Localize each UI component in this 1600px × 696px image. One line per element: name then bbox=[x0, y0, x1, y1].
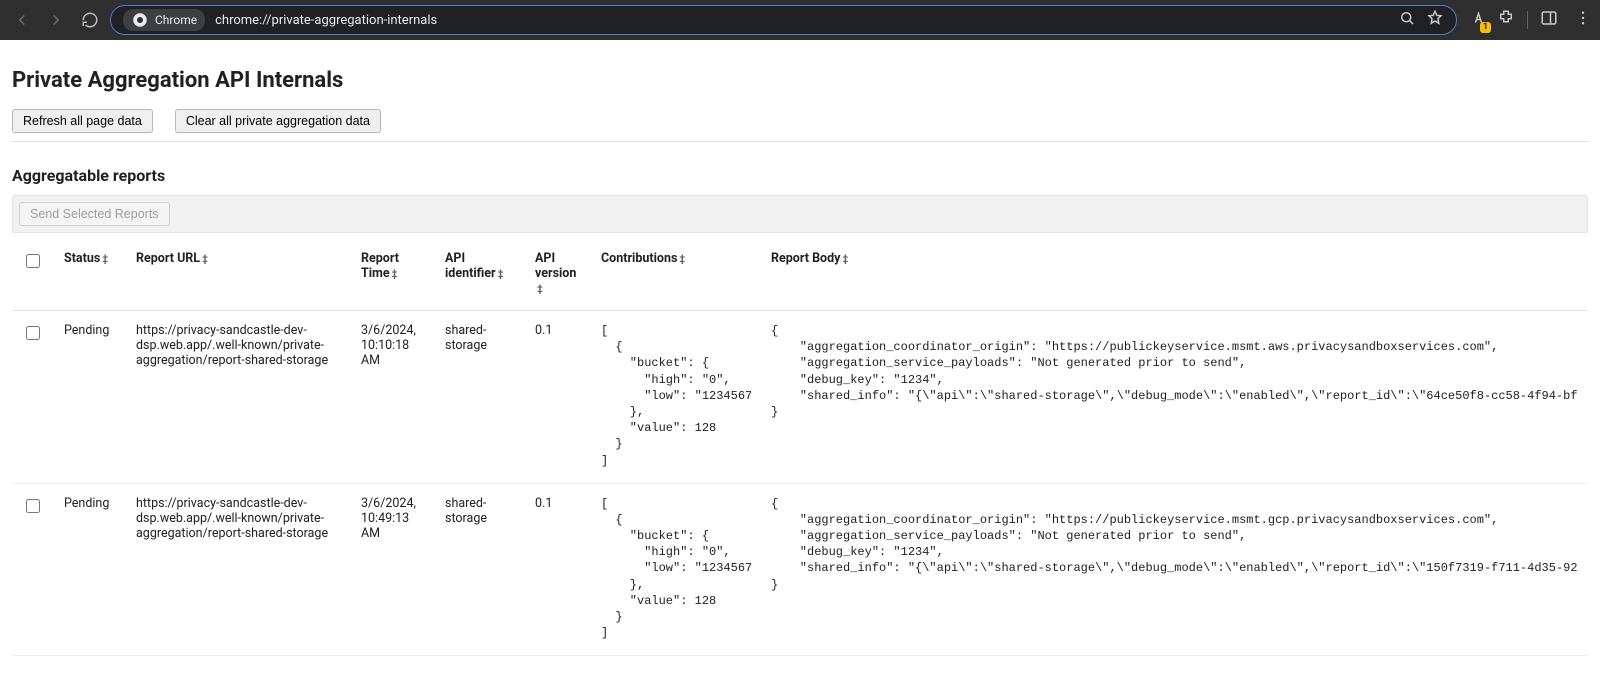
cell-ver: 0.1 bbox=[525, 483, 591, 656]
cell-url: https://privacy-sandcastle-dev-dsp.web.a… bbox=[126, 483, 351, 656]
cell-api: shared-storage bbox=[435, 311, 525, 484]
cell-contrib: [ { "bucket": { "high": "0", "low": "123… bbox=[591, 311, 761, 484]
omnibox-url: chrome://private-aggregation-internals bbox=[215, 13, 437, 28]
row-checkbox[interactable] bbox=[26, 499, 40, 513]
table-header-row: Status‡ Report URL‡ Report Time‡ API ide… bbox=[12, 239, 1588, 311]
col-url[interactable]: Report URL‡ bbox=[126, 239, 351, 311]
omnibox[interactable]: Chrome chrome://private-aggregation-inte… bbox=[110, 5, 1457, 35]
col-api[interactable]: API identifier‡ bbox=[435, 239, 525, 311]
section-title: Aggregatable reports bbox=[12, 166, 1588, 185]
toolbar-right: 1 bbox=[1471, 9, 1592, 31]
side-panel-icon[interactable] bbox=[1540, 9, 1558, 31]
cell-body: { "aggregation_coordinator_origin": "htt… bbox=[761, 483, 1588, 656]
toolbar-separator bbox=[1527, 11, 1528, 29]
chrome-icon bbox=[131, 11, 149, 29]
page-title: Private Aggregation API Internals bbox=[12, 68, 1588, 93]
cell-status: Pending bbox=[54, 483, 126, 656]
site-chip-label: Chrome bbox=[155, 13, 197, 27]
send-selected-button[interactable]: Send Selected Reports bbox=[19, 202, 170, 226]
extensions-badge: 1 bbox=[1480, 22, 1491, 33]
col-contrib[interactable]: Contributions‡ bbox=[591, 239, 761, 311]
report-toolbar: Send Selected Reports bbox=[12, 195, 1588, 233]
reload-button[interactable] bbox=[76, 6, 104, 34]
table-row: Pendinghttps://privacy-sandcastle-dev-ds… bbox=[12, 483, 1588, 656]
select-all-checkbox[interactable] bbox=[26, 254, 40, 268]
extensions-menu-icon[interactable] bbox=[1497, 9, 1515, 31]
reports-table: Status‡ Report URL‡ Report Time‡ API ide… bbox=[12, 239, 1588, 656]
cell-api: shared-storage bbox=[435, 483, 525, 656]
col-body[interactable]: Report Body‡ bbox=[761, 239, 1588, 311]
col-ver[interactable]: API version‡ bbox=[525, 239, 591, 311]
bookmark-icon[interactable] bbox=[1426, 9, 1444, 31]
kebab-menu-icon[interactable] bbox=[1574, 9, 1592, 31]
divider bbox=[12, 141, 1588, 142]
cell-time: 3/6/2024, 10:10:18 AM bbox=[351, 311, 435, 484]
cell-url: https://privacy-sandcastle-dev-dsp.web.a… bbox=[126, 311, 351, 484]
cell-contrib: [ { "bucket": { "high": "0", "low": "123… bbox=[591, 483, 761, 656]
refresh-button[interactable]: Refresh all page data bbox=[12, 109, 153, 133]
back-button[interactable] bbox=[8, 6, 36, 34]
cell-status: Pending bbox=[54, 311, 126, 484]
clear-button[interactable]: Clear all private aggregation data bbox=[175, 109, 381, 133]
table-row: Pendinghttps://privacy-sandcastle-dev-ds… bbox=[12, 311, 1588, 484]
browser-toolbar: Chrome chrome://private-aggregation-inte… bbox=[0, 0, 1600, 40]
cell-ver: 0.1 bbox=[525, 311, 591, 484]
zoom-icon[interactable] bbox=[1398, 9, 1416, 31]
row-checkbox[interactable] bbox=[26, 326, 40, 340]
cell-body: { "aggregation_coordinator_origin": "htt… bbox=[761, 311, 1588, 484]
cell-time: 3/6/2024, 10:49:13 AM bbox=[351, 483, 435, 656]
extensions-icon[interactable]: 1 bbox=[1471, 9, 1489, 31]
col-checkbox bbox=[12, 239, 54, 311]
forward-button[interactable] bbox=[42, 6, 70, 34]
col-status[interactable]: Status‡ bbox=[54, 239, 126, 311]
site-chip: Chrome bbox=[123, 9, 205, 31]
col-time[interactable]: Report Time‡ bbox=[351, 239, 435, 311]
